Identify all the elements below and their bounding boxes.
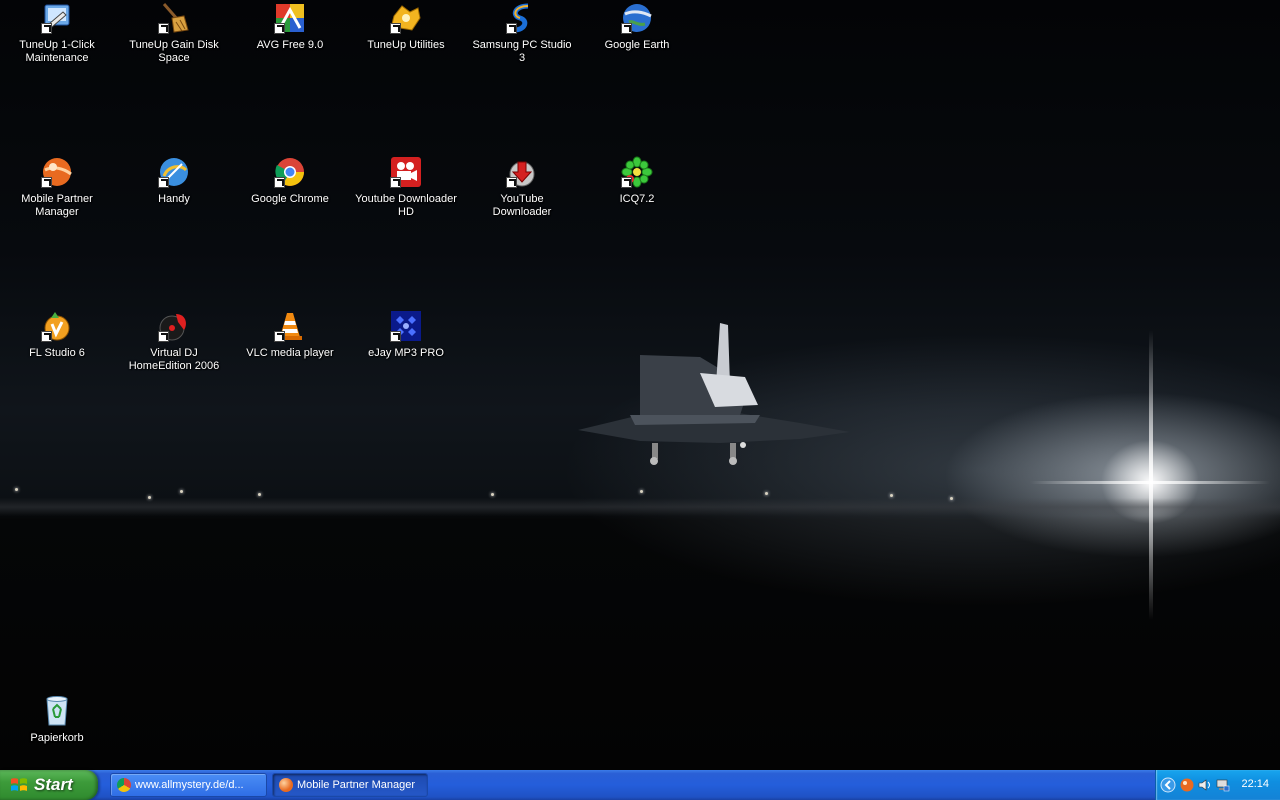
desktop-icon-fl-studio[interactable]: FL Studio 6 <box>2 310 112 360</box>
tuneup-maintenance-icon <box>41 2 73 34</box>
shortcut-arrow-icon <box>390 331 401 342</box>
runway-light <box>148 496 151 499</box>
desktop-icon-ejay-mp3-pro[interactable]: eJay MP3 PRO <box>351 310 461 360</box>
tuneup-utilities-icon <box>390 2 422 34</box>
desktop-icon-label: TuneUp 1-Click Maintenance <box>19 39 95 64</box>
shortcut-arrow-icon <box>390 23 401 34</box>
desktop-icon-label: eJay MP3 PRO <box>368 347 444 359</box>
mobile-partner-icon <box>41 156 73 188</box>
vinyl-icon <box>158 310 190 342</box>
desktop-icon-tuneup-utilities[interactable]: TuneUp Utilities <box>351 2 461 52</box>
desktop-icon-label: FL Studio 6 <box>29 347 85 359</box>
shortcut-arrow-icon <box>41 331 52 342</box>
taskbar: Start www.allmystery.de/d... Mobile Part… <box>0 770 1280 800</box>
icq-flower-icon <box>621 156 653 188</box>
mobile-partner-icon[interactable] <box>1180 778 1194 792</box>
desktop-icon-tuneup-1-click[interactable]: TuneUp 1-Click Maintenance <box>2 2 112 65</box>
chevron-left-icon[interactable] <box>1160 777 1176 793</box>
shortcut-arrow-icon <box>274 331 285 342</box>
avg-icon <box>274 2 306 34</box>
desktop-icon-google-earth[interactable]: Google Earth <box>582 2 692 52</box>
ejay-icon <box>390 310 422 342</box>
traffic-cone-icon <box>274 310 306 342</box>
runway-light <box>491 493 494 496</box>
runway-light <box>890 494 893 497</box>
desktop-icon-recycle-bin[interactable]: Papierkorb <box>2 695 112 745</box>
shortcut-arrow-icon <box>621 23 632 34</box>
shortcut-arrow-icon <box>158 177 169 188</box>
fl-studio-icon <box>41 310 73 342</box>
desktop-icon-label: TuneUp Utilities <box>367 39 445 51</box>
system-tray: 22:14 <box>1155 770 1280 800</box>
desktop-icon-virtual-dj[interactable]: Virtual DJ HomeEdition 2006 <box>119 310 229 373</box>
shortcut-arrow-icon <box>390 177 401 188</box>
desktop-icon-label: AVG Free 9.0 <box>256 39 324 51</box>
shortcut-arrow-icon <box>41 23 52 34</box>
desktop-icon-google-chrome[interactable]: Google Chrome <box>235 156 345 206</box>
taskbar-button-browser[interactable]: www.allmystery.de/d... <box>110 773 267 797</box>
desktop-icon-label: Papierkorb <box>30 732 84 744</box>
desktop-icon-label: Google Chrome <box>251 193 329 205</box>
taskbar-button-mobile-partner-manager[interactable]: Mobile Partner Manager <box>272 773 428 797</box>
desktop-icon-vlc[interactable]: VLC media player <box>235 310 345 360</box>
runway-light <box>258 493 261 496</box>
desktop-icon-samsung-pc-studio[interactable]: Samsung PC Studio 3 <box>467 2 577 65</box>
desktop-icon-label: ICQ7.2 <box>619 193 655 205</box>
shortcut-arrow-icon <box>158 331 169 342</box>
runway-light <box>640 490 643 493</box>
desktop[interactable]: TuneUp 1-Click Maintenance TuneUp Gain D… <box>0 0 1280 770</box>
shortcut-arrow-icon <box>506 177 517 188</box>
desktop-icon-label: YouTube Downloader <box>492 193 552 218</box>
network-icon[interactable] <box>1216 778 1230 792</box>
shortcut-arrow-icon <box>41 177 52 188</box>
taskbar-button-label: www.allmystery.de/d... <box>135 779 244 791</box>
shortcut-arrow-icon <box>506 23 517 34</box>
clock[interactable]: 22:14 <box>1241 778 1269 790</box>
samsung-pc-studio-icon <box>506 2 538 34</box>
globe-icon <box>621 2 653 34</box>
windows-logo-icon <box>11 778 27 791</box>
mobile-partner-icon <box>279 778 293 792</box>
desktop-icon-label: Google Earth <box>604 39 670 51</box>
broom-icon <box>158 2 190 34</box>
desktop-icon-label: Handy <box>158 193 190 205</box>
shortcut-arrow-icon <box>158 23 169 34</box>
shortcut-arrow-icon <box>274 177 285 188</box>
runway-light <box>765 492 768 495</box>
shortcut-arrow-icon <box>621 177 632 188</box>
film-camera-icon <box>390 156 422 188</box>
desktop-icon-tuneup-gain-disk-space[interactable]: TuneUp Gain Disk Space <box>119 2 229 65</box>
shortcut-arrow-icon <box>274 23 285 34</box>
desktop-icon-handy[interactable]: Handy <box>119 156 229 206</box>
space-shuttle-image <box>578 323 850 465</box>
desktop-icon-label: Virtual DJ HomeEdition 2006 <box>128 347 220 372</box>
light-flare-horizontal <box>1030 481 1270 484</box>
start-label: Start <box>34 775 73 794</box>
desktop-icon-icq[interactable]: ICQ7.2 <box>582 156 692 206</box>
runway-light <box>180 490 183 493</box>
desktop-icon-label: Samsung PC Studio 3 <box>472 39 572 64</box>
runway-haze <box>0 498 1280 516</box>
speaker-icon[interactable] <box>1198 778 1212 792</box>
chrome-icon <box>117 778 131 792</box>
taskbar-button-label: Mobile Partner Manager <box>297 779 416 791</box>
runway-light <box>15 488 18 491</box>
desktop-icon-label: VLC media player <box>246 347 334 359</box>
desktop-icon-youtube-downloader-hd[interactable]: Youtube Downloader HD <box>351 156 461 219</box>
recycle-bin-icon <box>41 695 73 727</box>
desktop-icon-label: Mobile Partner Manager <box>21 193 93 218</box>
chrome-icon <box>274 156 306 188</box>
light-flare-vertical <box>1149 330 1153 620</box>
runway-light <box>950 497 953 500</box>
handy-icon <box>158 156 190 188</box>
desktop-icon-label: TuneUp Gain Disk Space <box>129 39 219 64</box>
desktop-icon-youtube-downloader[interactable]: YouTube Downloader <box>467 156 577 219</box>
desktop-icon-label: Youtube Downloader HD <box>355 193 457 218</box>
desktop-icon-avg-free[interactable]: AVG Free 9.0 <box>235 2 345 52</box>
desktop-icon-mobile-partner-manager[interactable]: Mobile Partner Manager <box>2 156 112 219</box>
start-button[interactable]: Start <box>0 770 98 800</box>
download-arrow-icon <box>506 156 538 188</box>
